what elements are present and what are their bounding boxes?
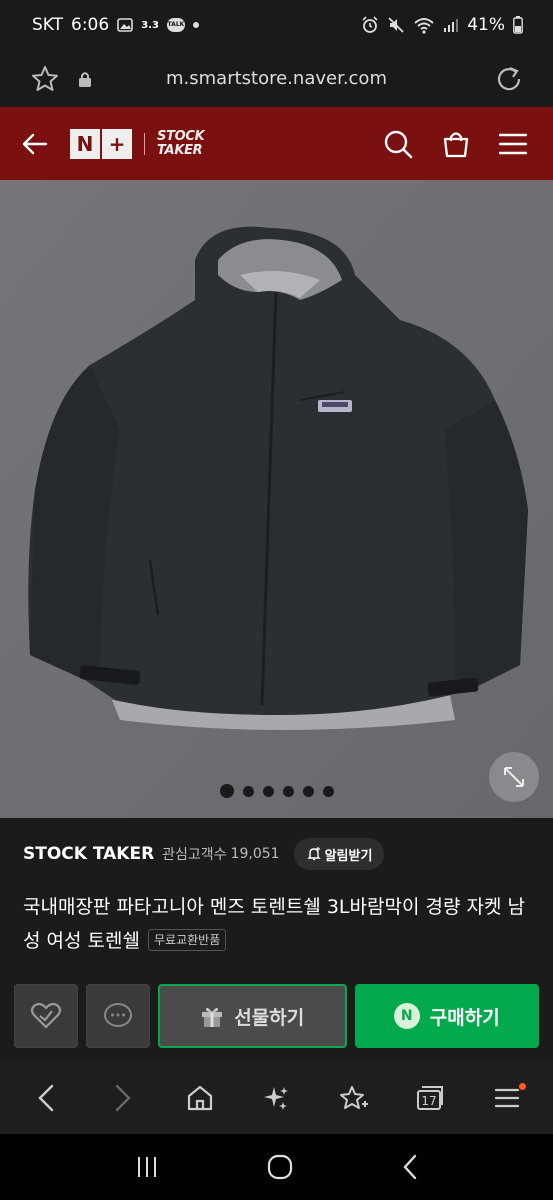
home-icon: [187, 1085, 212, 1111]
signal-icon: [444, 19, 459, 32]
carousel-dot[interactable]: [302, 785, 314, 797]
seller-row: STOCK TAKER 관심고객수 19,051 알림받기: [23, 836, 533, 872]
star-add-icon: [340, 1086, 369, 1109]
tabs-icon: 17: [416, 1086, 443, 1110]
gift-icon: [202, 1007, 223, 1027]
carousel-dot[interactable]: [262, 785, 274, 797]
gallery-icon: [117, 18, 134, 32]
alarm-icon: [362, 16, 378, 33]
alert-label: 알림받기: [324, 848, 373, 864]
carousel-indicator: [0, 784, 553, 798]
favorites-count: 19,051: [230, 846, 280, 862]
product-image-carousel[interactable]: [0, 180, 553, 818]
store-logo[interactable]: STOCK TAKER: [157, 128, 205, 158]
product-title-text: 국내매장판 파타고니아 멘즈 토렌트쉘 3L바람막이 경량 자켓 남성 여성 토…: [23, 896, 525, 952]
hamburger-menu-icon: [494, 1088, 519, 1108]
browser-back-button[interactable]: [21, 1073, 71, 1123]
browser-bookmarks-button[interactable]: [328, 1073, 378, 1123]
browser-tabs-button[interactable]: 17: [405, 1073, 455, 1123]
wifi-icon: [414, 18, 434, 34]
battery-percent: 41%: [467, 15, 505, 35]
bell-plus-icon: [306, 847, 321, 861]
network-speed: 3.3: [141, 19, 159, 31]
reload-icon[interactable]: [495, 65, 523, 93]
system-back-icon[interactable]: [401, 1154, 419, 1180]
expand-arrows-icon: [504, 767, 524, 787]
notification-dot-icon: [192, 22, 199, 28]
naver-plus-logo[interactable]: N +: [70, 128, 132, 159]
favorites-label: 관심고객수: [162, 847, 227, 863]
store-header: N + STOCK TAKER: [0, 107, 553, 180]
n-logo-plus: +: [102, 128, 132, 159]
product-photo-jacket: [0, 180, 553, 818]
menu-icon[interactable]: [499, 132, 527, 156]
carousel-dot[interactable]: [282, 785, 294, 797]
buy-label: 구매하기: [429, 1006, 500, 1029]
product-title: 국내매장판 파타고니아 멘즈 토렌트쉘 3L바람막이 경량 자켓 남성 여성 토…: [23, 890, 533, 958]
kakaotalk-icon: TALK: [166, 18, 185, 32]
like-button[interactable]: [14, 984, 78, 1048]
alert-subscribe-button[interactable]: 알림받기: [293, 838, 385, 870]
tab-count: 17: [421, 1094, 436, 1108]
carrier: SKT: [32, 15, 64, 35]
lock-icon: [79, 71, 91, 87]
carousel-dot[interactable]: [322, 785, 334, 797]
clock: 6:06: [71, 15, 110, 35]
browser-address-bar: m.smartstore.naver.com: [0, 50, 553, 107]
seller-name[interactable]: STOCK TAKER: [23, 844, 154, 864]
chevron-right-icon: [115, 1084, 131, 1112]
carousel-dot[interactable]: [219, 784, 234, 798]
logo-divider: [144, 132, 145, 155]
heart-check-icon: [30, 1002, 62, 1029]
carousel-dot[interactable]: [242, 785, 254, 797]
system-navigation-bar: [0, 1134, 553, 1200]
sparkle-icon: [264, 1087, 289, 1110]
store-logo-line2: TAKER: [157, 142, 203, 158]
expand-image-button[interactable]: [489, 752, 539, 802]
browser-menu-button[interactable]: [482, 1073, 532, 1123]
browser-forward-button[interactable]: [98, 1073, 148, 1123]
shopping-bag-icon[interactable]: [441, 129, 471, 159]
free-return-tag: 무료교환반품: [148, 929, 227, 951]
home-button-icon[interactable]: [267, 1154, 293, 1180]
product-info-panel: STOCK TAKER 관심고객수 19,051 알림받기 국내매장판 파타고니…: [0, 818, 553, 1062]
status-bar: SKT 6:06 3.3 TALK 41%: [0, 0, 553, 50]
browser-home-button[interactable]: [175, 1073, 225, 1123]
store-logo-line1: STOCK: [157, 128, 205, 144]
browser-assistant-button[interactable]: [251, 1073, 301, 1123]
bookmark-star-icon[interactable]: [30, 64, 60, 94]
gift-label: 선물하기: [234, 1006, 305, 1029]
talk-button[interactable]: [86, 984, 150, 1048]
back-arrow-icon[interactable]: [22, 133, 48, 155]
buy-button[interactable]: N 구매하기: [354, 984, 539, 1048]
search-icon[interactable]: [383, 129, 413, 159]
battery-icon: [513, 16, 523, 34]
browser-toolbar: 17: [0, 1062, 553, 1134]
n-logo-n: N: [70, 128, 100, 159]
gift-button[interactable]: 선물하기: [158, 984, 347, 1048]
chevron-left-icon: [38, 1084, 54, 1112]
naver-pay-badge: N: [393, 1003, 420, 1029]
recent-apps-icon[interactable]: [134, 1155, 160, 1179]
menu-notification-dot: [518, 1083, 526, 1090]
mute-icon: [388, 17, 404, 33]
purchase-actions: 선물하기 N 구매하기: [14, 984, 539, 1048]
chat-bubble-icon: [104, 1003, 132, 1027]
